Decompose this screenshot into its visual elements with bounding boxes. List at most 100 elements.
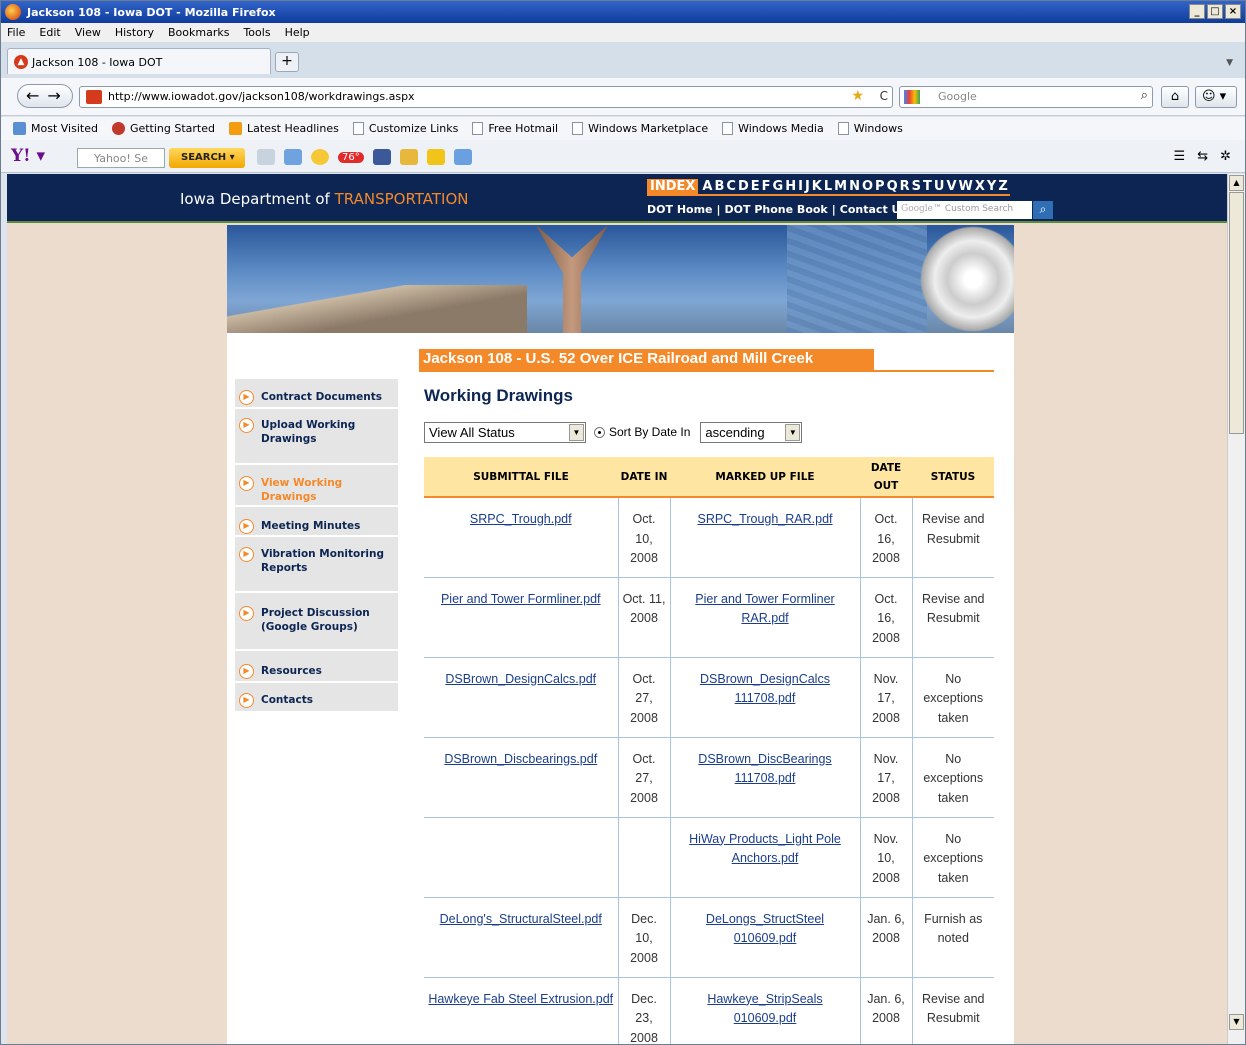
index-letter[interactable]: C [726, 179, 736, 194]
nav-upload-working-drawings[interactable]: ▶ Upload Working Drawings [235, 418, 398, 446]
menu-help[interactable]: Help [285, 26, 310, 39]
menu-file[interactable]: File [7, 26, 25, 39]
chevron-down-icon[interactable]: ▼ [785, 423, 801, 441]
toolbar-settings-icon[interactable]: ✲ [1220, 149, 1231, 164]
reload-icon[interactable]: C [880, 89, 888, 103]
mail-icon[interactable] [284, 149, 302, 165]
menu-bookmarks[interactable]: Bookmarks [168, 26, 229, 39]
dept-name[interactable]: Iowa Department of TRANSPORTATION [180, 190, 468, 208]
nav-resources[interactable]: ▶ Resources [235, 664, 398, 679]
menu-edit[interactable]: Edit [39, 26, 60, 39]
index-letter[interactable]: Z [998, 179, 1007, 194]
bookmark-customize-links[interactable]: Customize Links [352, 122, 458, 135]
bookmarks-icon[interactable] [257, 149, 275, 165]
marked-up-file-link[interactable]: SRPC_Trough_RAR.pdf [697, 512, 832, 526]
back-forward-buttons[interactable]: ←→ [17, 84, 73, 108]
submittal-file-link[interactable]: DSBrown_DesignCalcs.pdf [445, 672, 596, 686]
search-input[interactable]: Google ⌕ [899, 86, 1153, 108]
weather-icon[interactable] [311, 149, 329, 165]
index-letter[interactable]: O [862, 179, 873, 194]
url-bar[interactable]: http://www.iowadot.gov/jackson108/workdr… [79, 86, 893, 108]
bookmark-windows-marketplace[interactable]: Windows Marketplace [572, 122, 708, 135]
yahoo-search-button[interactable]: SEARCH ▾ [169, 148, 245, 168]
menu-tools[interactable]: Tools [243, 26, 270, 39]
index-letter[interactable]: W [959, 179, 973, 194]
minimize-button[interactable]: _ [1189, 4, 1205, 19]
status-filter-select[interactable]: View All Status ▼ [424, 421, 586, 443]
index-letter[interactable]: X [975, 179, 985, 194]
nav-contract-documents[interactable]: ▶ Contract Documents [235, 390, 398, 405]
index-letter[interactable]: J [805, 179, 810, 194]
bookmark-star-icon[interactable]: ★ [851, 88, 864, 104]
tab-jackson108[interactable]: ▲ Jackson 108 - Iowa DOT [7, 48, 271, 74]
index-letter[interactable]: V [946, 179, 956, 194]
submittal-file-link[interactable]: SRPC_Trough.pdf [470, 512, 572, 526]
submittal-file-link[interactable]: Hawkeye Fab Steel Extrusion.pdf [428, 992, 613, 1006]
index-letter[interactable]: I [798, 179, 803, 194]
url-text[interactable]: http://www.iowadot.gov/jackson108/workdr… [108, 90, 415, 103]
index-letter[interactable]: Y [987, 179, 996, 194]
marked-up-file-link[interactable]: DeLongs_StructSteel 010609.pdf [706, 912, 824, 946]
index-letter[interactable]: G [773, 179, 784, 194]
site-search-button[interactable]: ⌕ [1033, 201, 1053, 219]
nav-vibration-monitoring-reports[interactable]: ▶ Vibration Monitoring Reports [235, 547, 398, 575]
marked-up-file-link[interactable]: HiWay Products_Light Pole Anchors.pdf [689, 832, 841, 866]
vertical-scrollbar[interactable]: ▲ ▼ [1227, 174, 1245, 1044]
nav-contacts[interactable]: ▶ Contacts [235, 693, 398, 708]
bookmark-windows-media[interactable]: Windows Media [722, 122, 824, 135]
index-letter[interactable]: S [912, 179, 921, 194]
scroll-down-icon[interactable]: ▼ [1229, 1014, 1244, 1030]
chevron-down-icon[interactable]: ▼ [569, 423, 584, 441]
bookmark-windows[interactable]: Windows [837, 122, 903, 135]
index-letter[interactable]: U [934, 179, 945, 194]
sort-by-date-radio[interactable] [594, 426, 605, 438]
sort-order-select[interactable]: ascending ▼ [700, 421, 803, 443]
index-letter[interactable]: N [849, 179, 860, 194]
site-search-input[interactable]: Google™ Custom Search [897, 201, 1032, 219]
marked-up-file-link[interactable]: Hawkeye_StripSeals 010609.pdf [707, 992, 822, 1026]
weather-badge[interactable]: 76° [338, 151, 364, 163]
dot-home-link[interactable]: DOT Home [647, 203, 713, 216]
yahoo-logo-icon[interactable]: Y! ▾ [11, 146, 45, 166]
marked-up-file-link[interactable]: DSBrown_DesignCalcs 111708.pdf [700, 672, 830, 706]
calendar-icon[interactable] [453, 149, 472, 165]
site-identity-icon[interactable] [86, 90, 102, 104]
index-letter[interactable]: B [714, 179, 724, 194]
back-arrow-icon[interactable]: ← [26, 86, 47, 105]
games-icon[interactable] [399, 149, 418, 165]
nav-view-working-drawings[interactable]: ▶ View Working Drawings [235, 476, 398, 504]
submittal-file-link[interactable]: Pier and Tower Formliner.pdf [441, 592, 601, 606]
index-letter[interactable]: P [875, 179, 885, 194]
dot-phone-book-link[interactable]: DOT Phone Book [725, 203, 828, 216]
bookmark-getting-started[interactable]: Getting Started [111, 122, 215, 135]
index-letter[interactable]: H [785, 179, 796, 194]
google-engine-icon[interactable] [904, 90, 920, 104]
index-letter[interactable]: D [738, 179, 749, 194]
maximize-button[interactable]: □ [1207, 4, 1223, 19]
yahoo-search-input[interactable]: Yahoo! Se [77, 148, 165, 168]
toolbar-swap-icon[interactable]: ⇆ [1197, 149, 1208, 164]
addon-button[interactable]: ☺ ▾ [1195, 86, 1237, 108]
index-letter[interactable]: K [812, 179, 822, 194]
forward-arrow-icon[interactable]: → [47, 86, 68, 105]
marked-up-file-link[interactable]: Pier and Tower Formliner RAR.pdf [695, 592, 834, 626]
menu-view[interactable]: View [75, 26, 101, 39]
submittal-file-link[interactable]: DeLong's_StructuralSteel.pdf [440, 912, 602, 926]
submittal-file-link[interactable]: DSBrown_Discbearings.pdf [444, 752, 597, 766]
bookmark-most-visited[interactable]: Most Visited [13, 122, 98, 135]
index-letter[interactable]: E [751, 179, 760, 194]
marked-up-file-link[interactable]: DSBrown_DiscBearings 111708.pdf [698, 752, 831, 786]
home-button[interactable]: ⌂ [1161, 86, 1189, 108]
close-button[interactable]: × [1225, 4, 1241, 19]
index-letter[interactable]: A [702, 179, 712, 194]
tab-list-icon[interactable]: ▼ [1226, 58, 1233, 68]
index-letter[interactable]: T [923, 179, 932, 194]
index-letter[interactable]: L [824, 179, 832, 194]
index-letter[interactable]: F [762, 179, 771, 194]
new-tab-button[interactable]: + [275, 52, 299, 72]
bookmark-free-hotmail[interactable]: Free Hotmail [472, 122, 558, 135]
bookmark-latest-headlines[interactable]: Latest Headlines [229, 122, 339, 135]
index-letter[interactable]: R [900, 179, 910, 194]
nav-meeting-minutes[interactable]: ▶ Meeting Minutes [235, 519, 398, 534]
search-icon[interactable]: ⌕ [1141, 88, 1148, 103]
